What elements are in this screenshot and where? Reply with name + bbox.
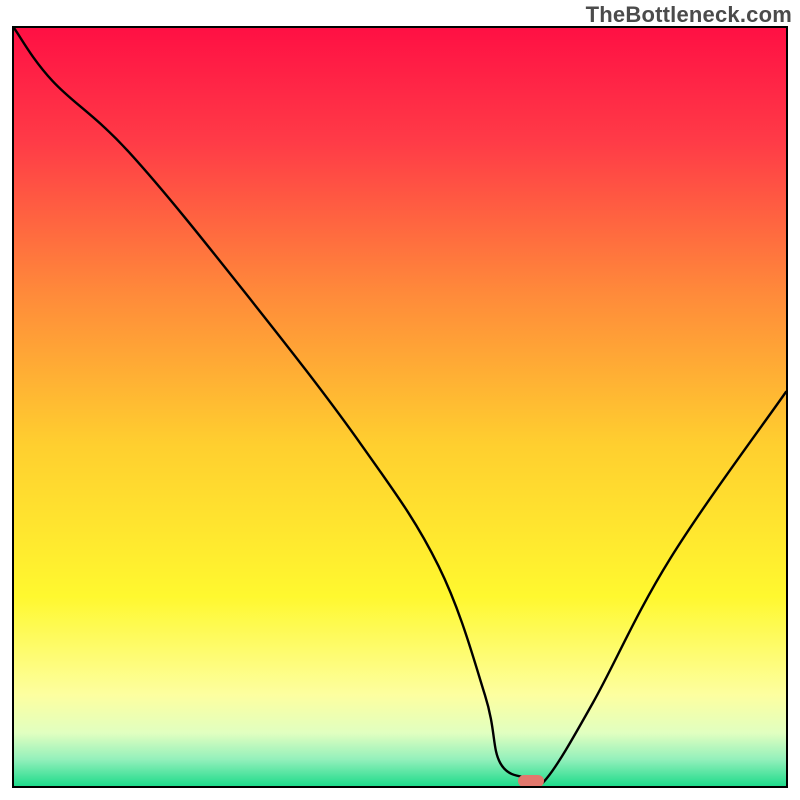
chart-container: TheBottleneck.com (0, 0, 800, 800)
watermark-text: TheBottleneck.com (586, 2, 792, 28)
plot-frame (12, 26, 788, 788)
bottleneck-curve (14, 28, 786, 786)
optimal-point-marker (518, 775, 544, 787)
